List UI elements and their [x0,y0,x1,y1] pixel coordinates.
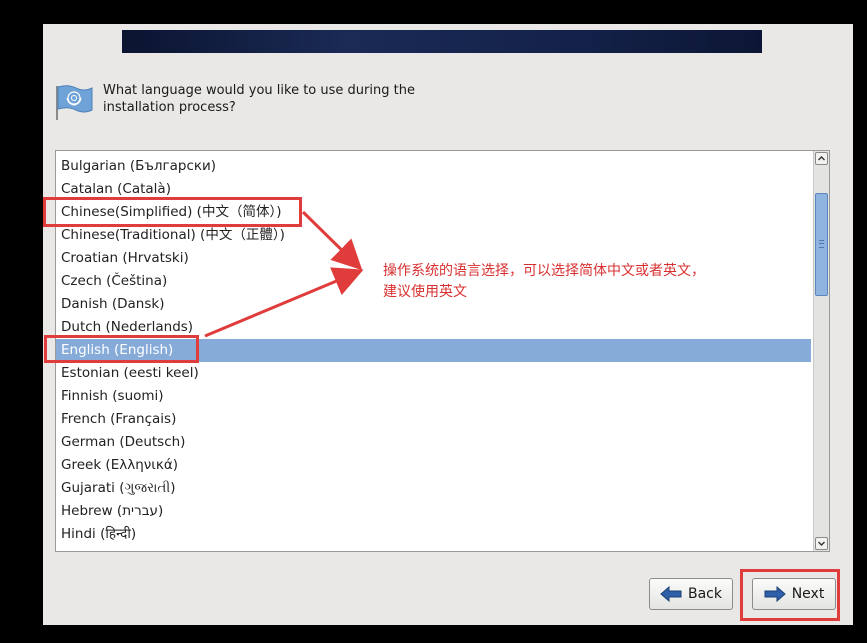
list-item[interactable]: Bulgarian (Български) [56,155,811,178]
chevron-down-icon [818,541,825,546]
list-item[interactable]: Hebrew (עברית) [56,500,811,523]
list-item[interactable]: Gujarati (ગુજરાતી) [56,477,811,500]
annotation-note: 操作系统的语言选择，可以选择简体中文或者英文， 建议使用英文 [383,261,763,303]
right-arrow-icon [764,586,786,602]
back-button[interactable]: Back [649,578,733,610]
grip-icon [819,240,824,248]
scroll-up-button[interactable] [815,152,828,165]
left-arrow-icon [660,586,682,602]
chevron-up-icon [818,156,825,161]
annotation-line-1: 操作系统的语言选择，可以选择简体中文或者英文， [383,263,705,279]
language-list[interactable]: Bulgarian (Български) Catalan (Català) C… [55,150,830,552]
next-button-label: Next [791,586,825,602]
scroll-down-button[interactable] [815,537,828,550]
next-button[interactable]: Next [752,578,836,610]
list-item[interactable]: Estonian (eesti keel) [56,362,811,385]
language-list-items: Bulgarian (Български) Catalan (Català) C… [56,155,811,546]
scroll-thumb[interactable] [815,193,828,296]
language-prompt: What language would you like to use duri… [103,82,463,116]
list-item[interactable]: Catalan (Català) [56,178,811,201]
list-item[interactable]: Chinese(Traditional) (中文（正體）) [56,224,811,247]
list-item-selected[interactable]: English (English) [56,339,811,362]
back-button-label: Back [688,586,722,602]
prompt-line-1: What language would you like to use duri… [103,83,415,98]
header-banner [122,30,762,53]
vertical-scrollbar[interactable] [813,151,829,551]
list-item[interactable]: Finnish (suomi) [56,385,811,408]
list-item[interactable]: French (Français) [56,408,811,431]
list-item[interactable]: Dutch (Nederlands) [56,316,811,339]
un-flag-icon [54,82,94,122]
list-item[interactable]: Greek (Ελληνικά) [56,454,811,477]
list-item[interactable]: German (Deutsch) [56,431,811,454]
list-item[interactable]: Chinese(Simplified) (中文（简体）) [56,201,811,224]
prompt-line-2: installation process? [103,100,236,115]
annotation-line-2: 建议使用英文 [383,284,467,300]
screen: What language would you like to use duri… [0,0,867,643]
list-item[interactable]: Hindi (हिन्दी) [56,523,811,546]
installer-window: What language would you like to use duri… [43,24,853,625]
